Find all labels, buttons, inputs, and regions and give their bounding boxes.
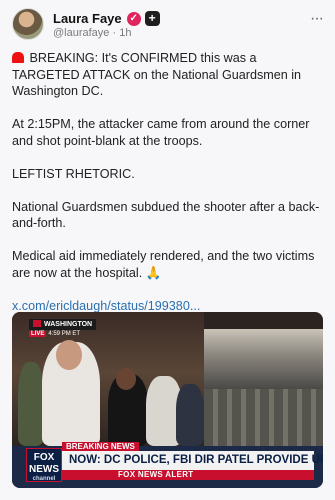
author-name[interactable]: Laura Faye (53, 11, 122, 26)
breaking-news-label: BREAKING NEWS (62, 442, 139, 451)
live-label: LIVE (29, 331, 47, 337)
post-body: BREAKING: It's CONFIRMED this was a TARG… (12, 50, 324, 331)
author-row: Laura Faye ✓ + (53, 10, 160, 27)
paragraph-text: BREAKING: It's CONFIRMED this was a TARG… (12, 51, 302, 98)
post-paragraph: BREAKING: It's CONFIRMED this was a TARG… (12, 50, 324, 100)
agent-figure (176, 384, 204, 446)
logo-line2: NEWS (29, 464, 59, 475)
guardsman-figure (18, 362, 44, 446)
post-paragraph: National Guardsmen subdued the shooter a… (12, 199, 320, 231)
post-time[interactable]: 1h (119, 27, 131, 39)
logo-line1: FOX (33, 452, 55, 463)
plus-icon[interactable]: + (144, 11, 160, 26)
verified-badge-icon: ✓ (126, 11, 141, 26)
post-header: Laura Faye ✓ + @laurafaye · 1h ··· (12, 8, 325, 42)
post-paragraph: At 2:15PM, the attacker came from around… (12, 117, 310, 148)
logo-line3: channel (32, 476, 56, 482)
post-paragraph: Medical aid immediately rendered, and th… (12, 249, 315, 280)
speaker-head (116, 368, 136, 390)
crowd-inset (204, 329, 323, 389)
officer-head (56, 340, 82, 370)
aerial-inset (204, 389, 323, 446)
fox-news-logo: FOX NEWS channel (26, 448, 62, 482)
avatar[interactable] (12, 8, 44, 40)
chyron-headline: NOW: DC POLICE, FBI DIR PATEL PROVIDE UP… (62, 451, 323, 470)
siren-icon (12, 52, 24, 63)
live-time: 4:59 PM ET (48, 331, 81, 337)
more-options-icon[interactable]: ··· (310, 10, 324, 28)
news-alert-bar: FOX NEWS ALERT (62, 470, 314, 480)
location-tag: WASHINGTON (29, 319, 97, 330)
meta-separator: · (112, 27, 117, 39)
post-card: Laura Faye ✓ + @laurafaye · 1h ··· BREAK… (0, 0, 335, 500)
post-paragraph: LEFTIST RHETORIC. (12, 166, 135, 181)
author-handle[interactable]: @laurafaye (53, 27, 109, 39)
post-link[interactable]: x.com/ericldaugh/status/199380... (12, 299, 200, 313)
video-thumbnail[interactable]: WASHINGTON LIVE 4:59 PM ET FOX NEWS chann… (12, 312, 323, 488)
live-indicator: LIVE 4:59 PM ET (29, 330, 80, 339)
post-meta: @laurafaye · 1h (53, 27, 131, 39)
